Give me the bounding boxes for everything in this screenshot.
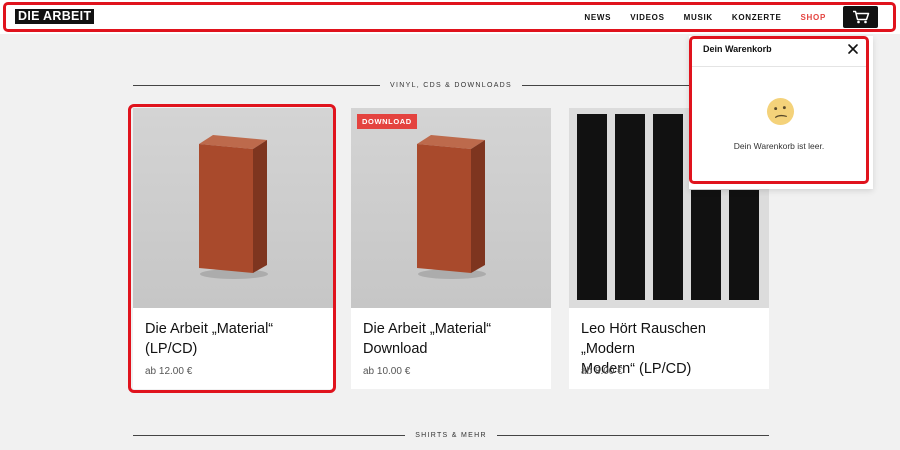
nav-shop[interactable]: SHOP — [801, 13, 826, 22]
product-price: ab 10.00 € — [363, 366, 411, 377]
cart-icon — [852, 10, 869, 24]
cart-popover: Dein Warenkorb Dein Warenkorb ist leer. — [689, 36, 873, 189]
cart-button[interactable] — [843, 6, 878, 28]
nav-news[interactable]: NEWS — [584, 13, 611, 22]
section-divider-vinyl: VINYL, CDS & DOWNLOADS — [133, 80, 770, 90]
product-image-brick[interactable] — [133, 108, 333, 308]
section-divider-shirts: SHIRTS & MEHR — [133, 430, 769, 440]
close-icon[interactable] — [847, 43, 859, 55]
product-price: ab 12.00 € — [145, 366, 193, 377]
main-nav: NEWS VIDEOS MUSIK KONZERTE SHOP — [565, 0, 826, 34]
nav-musik[interactable]: MUSIK — [684, 13, 713, 22]
download-badge: DOWNLOAD — [357, 114, 417, 129]
nav-konzerte[interactable]: KONZERTE — [732, 13, 782, 22]
product-price: ab 8.00 € — [581, 366, 623, 377]
confused-face-icon — [766, 97, 795, 126]
site-logo[interactable]: DIE ARBEIT — [15, 9, 95, 24]
section-title-vinyl: VINYL, CDS & DOWNLOADS — [390, 81, 512, 89]
section-title-shirts: SHIRTS & MEHR — [415, 431, 487, 439]
product-title[interactable]: Die Arbeit „Material“ (LP/CD) — [145, 319, 325, 359]
nav-videos[interactable]: VIDEOS — [630, 13, 664, 22]
cart-empty-message: Dein Warenkorb ist leer. — [733, 141, 825, 151]
cart-title: Dein Warenkorb — [703, 44, 772, 54]
product-card-material-lp[interactable]: Die Arbeit „Material“ (LP/CD) ab 12.00 € — [133, 108, 333, 389]
cart-header: Dein Warenkorb — [689, 36, 869, 67]
product-card-material-download[interactable]: DOWNLOAD Die Arbeit „Material“ Download … — [351, 108, 551, 389]
product-image-brick[interactable]: DOWNLOAD — [351, 108, 551, 308]
product-title[interactable]: Die Arbeit „Material“ Download — [363, 319, 543, 359]
site-header: DIE ARBEIT NEWS VIDEOS MUSIK KONZERTE SH… — [0, 0, 900, 34]
